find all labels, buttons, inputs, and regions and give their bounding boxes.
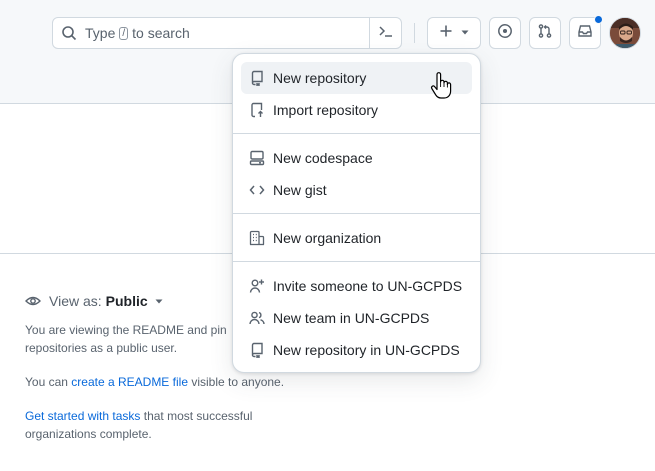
tasks-note-line2: organizations complete. <box>25 427 152 441</box>
menu-item-label: New codespace <box>273 150 373 166</box>
menu-item-new-team[interactable]: New team in UN-GCPDS <box>241 302 472 334</box>
menu-item-label: New repository in UN-GCPDS <box>273 342 460 358</box>
plus-icon <box>438 23 454 44</box>
person-add-icon <box>249 278 265 294</box>
triangle-down-icon <box>154 293 164 309</box>
header-divider <box>414 23 415 43</box>
menu-divider <box>233 133 480 134</box>
create-readme-link[interactable]: create a README file <box>71 375 188 389</box>
create-new-button[interactable] <box>427 17 481 49</box>
menu-item-label: New gist <box>273 182 327 198</box>
readme-note-prefix: You can <box>25 375 68 389</box>
menu-item-new-org-repository[interactable]: New repository in UN-GCPDS <box>241 334 472 366</box>
repo-icon <box>249 342 265 358</box>
codespaces-icon <box>249 150 265 166</box>
tasks-note-suffix: that most successful <box>143 409 253 423</box>
issues-button[interactable] <box>489 17 521 49</box>
view-as-value: Public <box>105 293 148 309</box>
get-started-tasks-link[interactable]: Get started with tasks <box>25 409 140 423</box>
menu-item-label: New team in UN-GCPDS <box>273 310 430 326</box>
menu-divider <box>233 261 480 262</box>
inbox-icon <box>577 23 593 44</box>
issue-opened-icon <box>497 23 513 44</box>
git-pull-request-icon <box>537 23 553 44</box>
search-placeholder-prefix: Type <box>85 25 116 41</box>
menu-item-new-organization[interactable]: New organization <box>241 222 472 254</box>
search-shortcut-key: / <box>119 26 129 40</box>
create-new-menu: New repository Import repository New cod… <box>232 53 481 373</box>
menu-item-new-codespace[interactable]: New codespace <box>241 142 472 174</box>
search-icon <box>61 25 77 41</box>
menu-divider <box>233 213 480 214</box>
command-palette-button[interactable] <box>369 18 401 48</box>
command-palette-icon <box>378 23 394 44</box>
search-placeholder: Type / to search <box>85 25 190 41</box>
search-placeholder-suffix: to search <box>132 25 190 41</box>
organization-icon <box>249 230 265 246</box>
hand-pointer-cursor-icon <box>430 72 452 100</box>
menu-item-invite-someone[interactable]: Invite someone to UN-GCPDS <box>241 270 472 302</box>
menu-item-label: New repository <box>273 70 367 86</box>
tasks-note: Get started with tasks that most success… <box>25 407 315 443</box>
view-as-label: View as: <box>49 293 102 309</box>
repo-push-icon <box>249 102 265 118</box>
readme-note: You can create a README file visible to … <box>25 373 315 391</box>
eye-icon <box>25 293 41 309</box>
triangle-down-icon <box>460 24 470 42</box>
readme-note-suffix: visible to anyone. <box>191 375 285 389</box>
menu-item-label: New organization <box>273 230 382 246</box>
menu-item-label: Import repository <box>273 102 379 118</box>
repo-icon <box>249 70 265 86</box>
menu-item-label: Invite someone to UN-GCPDS <box>273 278 463 294</box>
code-icon <box>249 182 265 198</box>
view-as-dropdown[interactable]: View as: Public <box>25 293 164 309</box>
menu-item-new-gist[interactable]: New gist <box>241 174 472 206</box>
avatar[interactable] <box>609 17 641 49</box>
search-input[interactable]: Type / to search <box>52 17 402 49</box>
pull-requests-button[interactable] <box>529 17 561 49</box>
people-icon <box>249 310 265 326</box>
unread-indicator <box>594 15 603 24</box>
